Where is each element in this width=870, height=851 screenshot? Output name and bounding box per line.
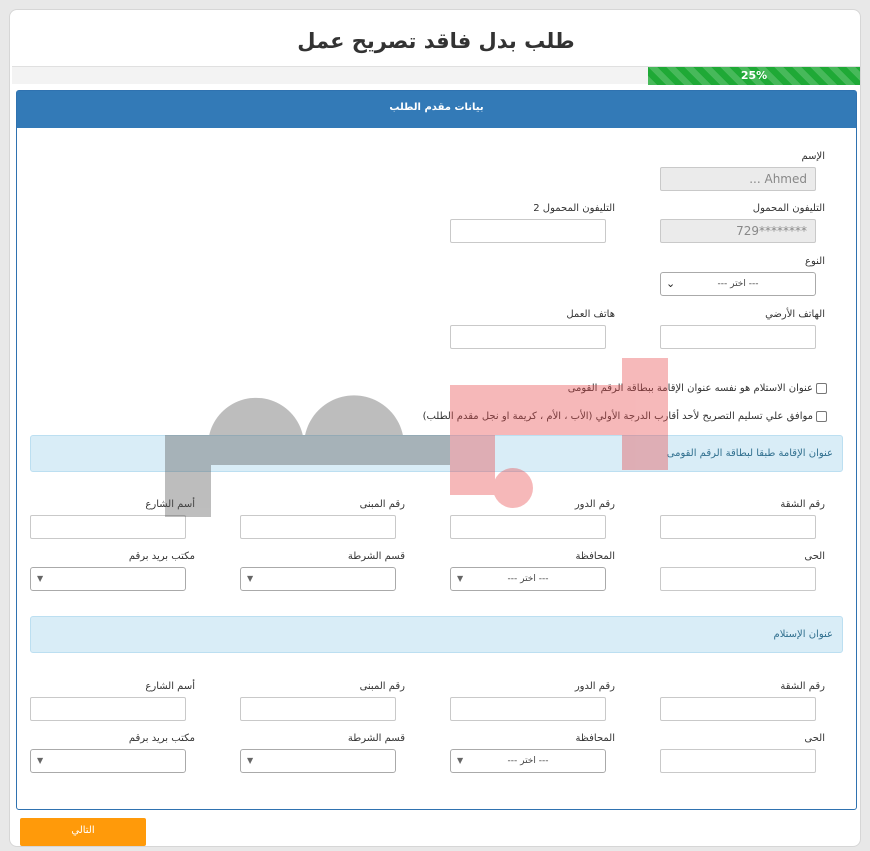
name-label: الإسم: [801, 151, 825, 162]
del-police-label: قسم الشرطة: [347, 733, 405, 744]
work-phone-label: هاتف العمل: [566, 309, 615, 320]
progress-label: 25%: [740, 69, 768, 82]
del-governorate-value: --- اختر ---: [507, 756, 549, 766]
del-floor-field[interactable]: [450, 697, 606, 721]
gender-label: النوع: [805, 256, 825, 267]
same-address-option[interactable]: عنوان الاستلام هو نفسه عنوان الإقامة ببط…: [568, 383, 827, 394]
caret-down-icon: ▼: [37, 756, 44, 765]
caret-down-icon: ▼: [457, 574, 464, 583]
gender-select[interactable]: ⌄ --- اختر ---: [660, 272, 816, 296]
landline-field[interactable]: [660, 325, 816, 349]
res-police-label: قسم الشرطة: [347, 551, 405, 562]
work-phone-field[interactable]: [450, 325, 606, 349]
page-title: طلب بدل فاقد تصريح عمل: [297, 29, 575, 53]
res-street-field[interactable]: [30, 515, 186, 539]
res-governorate-value: --- اختر ---: [507, 574, 549, 584]
caret-down-icon: ▼: [457, 756, 464, 765]
res-street-label: أسم الشارع: [145, 499, 195, 510]
del-governorate-select[interactable]: ▼ --- اختر ---: [450, 749, 606, 773]
res-police-select[interactable]: ▼: [240, 567, 396, 591]
gender-select-value: --- اختر ---: [717, 279, 759, 289]
caret-down-icon: ▼: [247, 574, 254, 583]
del-street-field[interactable]: [30, 697, 186, 721]
mobile2-label: التليفون المحمول 2: [533, 203, 615, 214]
progress-track: 25%: [12, 66, 860, 85]
progress-bar: 25%: [648, 67, 860, 85]
res-postal-select[interactable]: ▼: [30, 567, 186, 591]
res-district-label: الحى: [804, 551, 825, 562]
del-postal-select[interactable]: ▼: [30, 749, 186, 773]
panel-heading: بيانات مقدم الطلب: [17, 91, 856, 128]
next-button[interactable]: التالي: [20, 818, 146, 846]
del-district-label: الحى: [804, 733, 825, 744]
del-building-label: رقم المبنى: [359, 681, 405, 692]
res-apartment-label: رقم الشقة: [780, 499, 825, 510]
del-police-select[interactable]: ▼: [240, 749, 396, 773]
applicant-panel: بيانات مقدم الطلب الإسم Ahmed ... التليف…: [16, 90, 857, 810]
delegate-consent-option[interactable]: موافق علي تسليم التصريح لأحد أقارب الدرج…: [423, 411, 827, 422]
landline-label: الهاتف الأرضي: [765, 309, 825, 320]
del-governorate-label: المحافظة: [575, 733, 615, 744]
res-floor-field[interactable]: [450, 515, 606, 539]
name-field[interactable]: Ahmed ...: [660, 167, 816, 191]
mobile-field[interactable]: ********729: [660, 219, 816, 243]
res-floor-label: رقم الدور: [574, 499, 615, 510]
res-apartment-field[interactable]: [660, 515, 816, 539]
delegate-consent-label: موافق علي تسليم التصريح لأحد أقارب الدرج…: [422, 411, 813, 422]
del-floor-label: رقم الدور: [574, 681, 615, 692]
same-address-label: عنوان الاستلام هو نفسه عنوان الإقامة ببط…: [567, 383, 813, 394]
res-governorate-select[interactable]: ▼ --- اختر ---: [450, 567, 606, 591]
form-card: طلب بدل فاقد تصريح عمل 25% بيانات مقدم ا…: [9, 9, 861, 847]
del-apartment-label: رقم الشقة: [780, 681, 825, 692]
chevron-down-icon: ⌄: [666, 277, 676, 290]
res-district-field[interactable]: [660, 567, 816, 591]
mobile2-field[interactable]: [450, 219, 606, 243]
res-building-label: رقم المبنى: [359, 499, 405, 510]
del-street-label: أسم الشارع: [145, 681, 195, 692]
del-district-field[interactable]: [660, 749, 816, 773]
caret-down-icon: ▼: [37, 574, 44, 583]
residence-address-heading: عنوان الإقامة طبقا لبطاقة الرقم القومى: [30, 435, 843, 472]
del-apartment-field[interactable]: [660, 697, 816, 721]
same-address-checkbox[interactable]: [816, 383, 827, 394]
res-governorate-label: المحافظة: [575, 551, 615, 562]
del-postal-label: مكتب بريد برقم: [128, 733, 195, 744]
res-postal-label: مكتب بريد برقم: [128, 551, 195, 562]
res-building-field[interactable]: [240, 515, 396, 539]
del-building-field[interactable]: [240, 697, 396, 721]
delegate-consent-checkbox[interactable]: [816, 411, 827, 422]
delivery-address-heading: عنوان الإستلام: [30, 616, 843, 653]
mobile-label: التليفون المحمول: [752, 203, 825, 214]
caret-down-icon: ▼: [247, 756, 254, 765]
